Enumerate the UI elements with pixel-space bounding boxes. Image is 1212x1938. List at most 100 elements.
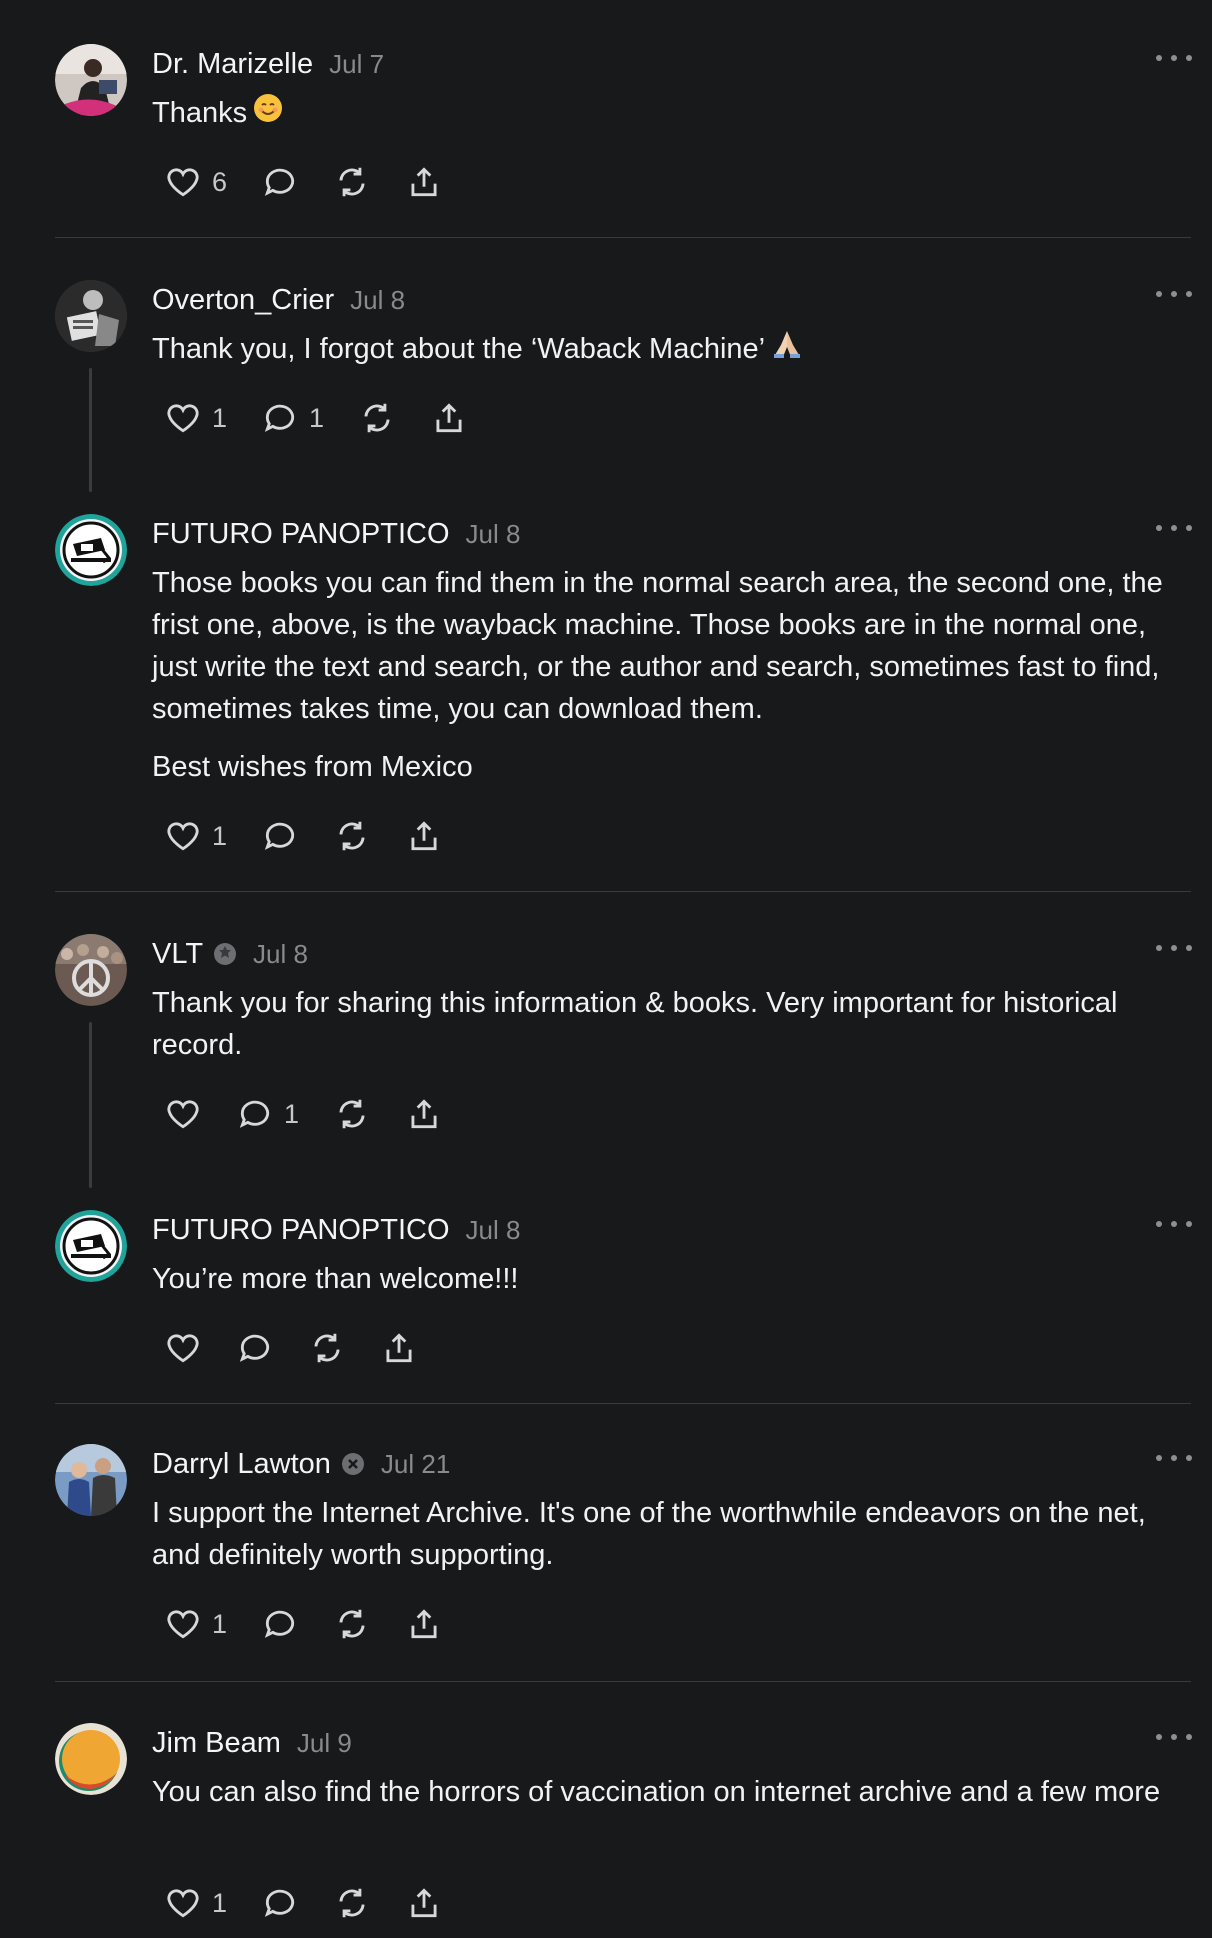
divider (55, 1403, 1191, 1404)
post-actions: 1 (164, 1092, 477, 1136)
share-button[interactable] (405, 1092, 443, 1136)
share-icon (405, 1605, 443, 1643)
divider (55, 1681, 1191, 1682)
post-header: Dr. Marizelle Jul 7 (152, 44, 384, 84)
author-name[interactable]: FUTURO PANOPTICO (152, 1214, 450, 1247)
repost-button[interactable] (308, 1326, 346, 1370)
more-icon[interactable] (1156, 938, 1192, 958)
comment-icon (261, 817, 299, 855)
repost-icon (333, 1605, 371, 1643)
share-button[interactable] (405, 1881, 443, 1925)
reply-count: 1 (309, 402, 325, 433)
author-name[interactable]: FUTURO PANOPTICO (152, 518, 450, 551)
like-count: 1 (212, 402, 228, 433)
like-button[interactable] (164, 1326, 202, 1370)
like-count: 1 (212, 1608, 228, 1639)
reply-button[interactable] (261, 1881, 299, 1925)
avatar[interactable] (55, 280, 127, 352)
like-button[interactable]: 1 (164, 814, 227, 858)
reply-button[interactable]: 1 (261, 396, 324, 440)
pray-emoji-icon (771, 329, 803, 371)
post-header: VLT Jul 8 (152, 934, 308, 974)
comment-icon (261, 1884, 299, 1922)
post-text: Thank you, I forgot about the ‘Waback Ma… (152, 328, 1182, 371)
reply-button[interactable] (261, 1602, 299, 1646)
avatar[interactable] (55, 934, 127, 1006)
post-date: Jul 8 (465, 518, 521, 549)
avatar[interactable] (55, 1444, 127, 1516)
repost-button[interactable] (333, 1881, 371, 1925)
share-icon (405, 1884, 443, 1922)
author-name[interactable]: Jim Beam (152, 1727, 281, 1760)
share-button[interactable] (405, 814, 443, 858)
like-button[interactable] (164, 1092, 202, 1136)
more-icon[interactable] (1156, 518, 1192, 538)
heart-icon (164, 163, 202, 201)
avatar[interactable] (55, 44, 127, 116)
avatar[interactable] (55, 1210, 127, 1282)
comment-icon (236, 1095, 274, 1133)
like-button[interactable]: 6 (164, 160, 227, 204)
divider (55, 891, 1191, 892)
reply-button[interactable]: 1 (236, 1092, 299, 1136)
share-icon (405, 163, 443, 201)
like-button[interactable]: 1 (164, 1602, 227, 1646)
more-icon[interactable] (1156, 1448, 1192, 1468)
avatar[interactable] (55, 1723, 127, 1795)
author-name[interactable]: Darryl Lawton (152, 1448, 331, 1481)
like-button[interactable]: 1 (164, 396, 227, 440)
repost-button[interactable] (333, 1602, 371, 1646)
post-date: Jul 8 (350, 284, 406, 315)
post-text: I support the Internet Archive. It's one… (152, 1497, 1146, 1571)
thread-line (89, 1022, 92, 1188)
author-name[interactable]: Dr. Marizelle (152, 48, 313, 81)
more-icon[interactable] (1156, 48, 1192, 68)
avatar[interactable] (55, 514, 127, 586)
reply-button[interactable] (261, 814, 299, 858)
post-text: You’re more than welcome!!! (152, 1263, 519, 1295)
heart-icon (164, 817, 202, 855)
reply-button[interactable] (236, 1326, 274, 1370)
post-header: FUTURO PANOPTICO Jul 8 (152, 514, 520, 554)
heart-icon (164, 1095, 202, 1133)
post-header: Darryl Lawton Jul 21 (152, 1444, 450, 1484)
comment-icon (236, 1329, 274, 1367)
author-name[interactable]: Overton_Crier (152, 284, 334, 317)
divider (55, 237, 1191, 238)
share-button[interactable] (430, 396, 468, 440)
post-actions: 1 (164, 1602, 477, 1646)
like-count: 6 (212, 166, 228, 197)
post-date: Jul 8 (465, 1214, 521, 1245)
author-name[interactable]: VLT (152, 938, 203, 971)
verified-badge-icon (341, 1452, 365, 1476)
thread-line (89, 368, 92, 492)
more-icon[interactable] (1156, 1727, 1192, 1747)
heart-icon (164, 1329, 202, 1367)
repost-icon (333, 1884, 371, 1922)
post-header: Overton_Crier Jul 8 (152, 280, 405, 320)
post-date: Jul 21 (380, 1448, 451, 1479)
heart-icon (164, 1884, 202, 1922)
post-actions: 6 (164, 160, 477, 204)
verified-badge-icon (213, 942, 237, 966)
reply-button[interactable] (261, 160, 299, 204)
post-date: Jul 9 (296, 1727, 352, 1758)
more-icon[interactable] (1156, 1214, 1192, 1234)
heart-icon (164, 399, 202, 437)
post-text: Thanks (152, 92, 1182, 135)
comment-icon (261, 399, 299, 437)
share-button[interactable] (405, 1602, 443, 1646)
repost-button[interactable] (333, 814, 371, 858)
share-icon (380, 1329, 418, 1367)
post-actions: 1 (164, 814, 477, 858)
share-button[interactable] (405, 160, 443, 204)
repost-icon (333, 817, 371, 855)
like-button[interactable]: 1 (164, 1881, 227, 1925)
repost-button[interactable] (358, 396, 396, 440)
more-icon[interactable] (1156, 284, 1192, 304)
repost-button[interactable] (333, 1092, 371, 1136)
share-button[interactable] (380, 1326, 418, 1370)
repost-button[interactable] (333, 160, 371, 204)
share-icon (430, 399, 468, 437)
like-count: 1 (212, 820, 228, 851)
